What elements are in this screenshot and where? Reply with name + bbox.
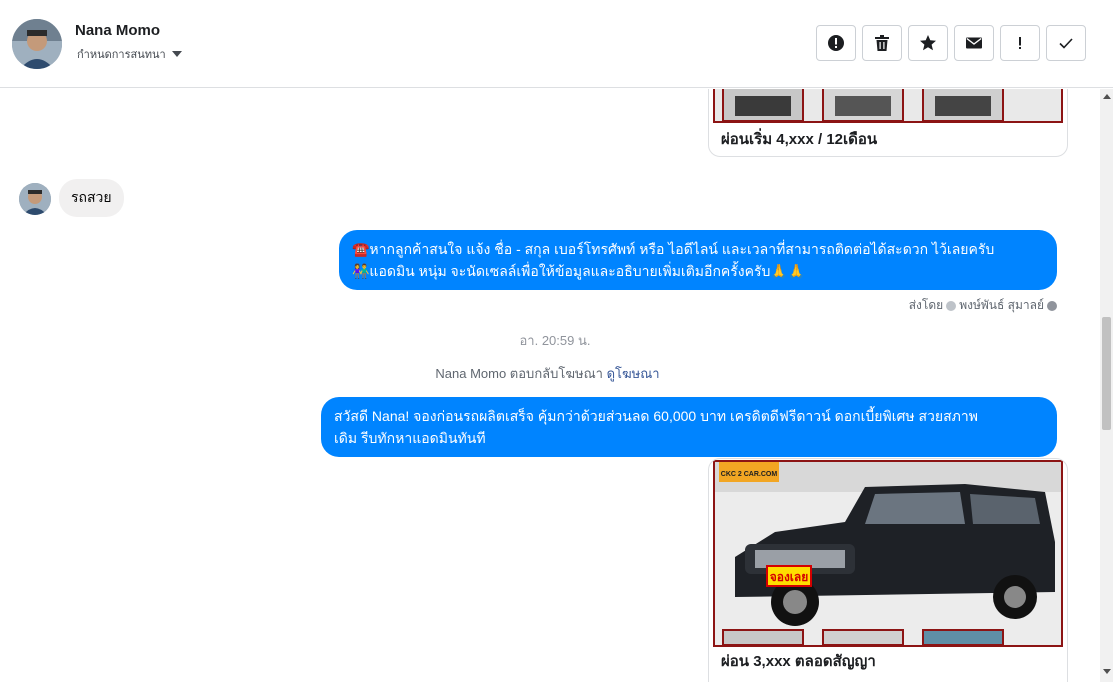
alert-circle-icon — [828, 35, 844, 51]
ad-image-top — [713, 89, 1063, 123]
message-line: สวัสดี Nana! จองก่อนรถผลิตเสร็จ คุ้มกว่า… — [334, 408, 978, 424]
contact-avatar[interactable] — [12, 19, 62, 69]
scrollbar-thumb[interactable] — [1102, 317, 1111, 430]
follow-up-button[interactable] — [1000, 25, 1040, 61]
ad-card-top[interactable]: ผ่อนเริ่ม 4,xxx / 12เดือน — [708, 89, 1068, 157]
conversation-settings-label: กำหนดการสนทนา — [77, 48, 166, 61]
contact-name: Nana Momo — [75, 22, 161, 39]
view-ad-link[interactable]: ดูโฆษณา — [607, 366, 660, 381]
ad-logo-text: CKC 2 CAR.COM — [721, 471, 778, 478]
message-timestamp: อา. 20:59 น. — [519, 333, 591, 348]
delete-button[interactable] — [862, 25, 902, 61]
message-line: เดิม รีบทักหาแอดมินทันที — [334, 430, 486, 446]
scroll-up-arrow-icon[interactable] — [1103, 94, 1111, 99]
star-button[interactable] — [908, 25, 948, 61]
scroll-down-arrow-icon[interactable] — [1103, 669, 1111, 674]
message-line: ☎️หากลูกค้าสนใจ แจ้ง ชื่อ - สกุล เบอร์โท… — [352, 241, 995, 257]
ad-badge-text: จองเลย — [770, 570, 809, 584]
ad-card-bottom[interactable]: CKC 2 CAR.COM จองเลย ผ่อน 3,xxx ตลอดสัญญ… — [708, 458, 1068, 682]
ad-image-bottom: CKC 2 CAR.COM จองเลย — [713, 460, 1063, 647]
sent-by-info: ส่งโดย พงษ์พันธ์ สุมาลย์ — [909, 296, 1057, 315]
incoming-message: รถสวย — [59, 179, 124, 217]
scrollbar[interactable] — [1100, 89, 1113, 682]
trash-icon — [875, 35, 889, 51]
message-thread: ผ่อนเริ่ม 4,xxx / 12เดือน รถสวย ☎️หากลูก… — [0, 89, 1100, 682]
star-icon — [920, 35, 936, 51]
conversation-header: Nana Momo กำหนดการสนทนา — [0, 0, 1113, 88]
done-button[interactable] — [1046, 25, 1086, 61]
message-line: 👫แอดมิน หนุ่ม จะนัดเซลล์เพื่อให้ข้อมูลแล… — [352, 263, 806, 279]
ad-reply-note: Nana Momo ตอบกลับโฆษณา ดูโฆษณา — [0, 363, 1095, 384]
ad-caption-bottom: ผ่อน 3,xxx ตลอดสัญญา — [721, 653, 876, 670]
check-icon — [1059, 38, 1073, 49]
conversation-settings-dropdown[interactable]: กำหนดการสนทนา — [77, 45, 182, 63]
ad-reply-text: Nana Momo ตอบกลับโฆษณา — [435, 366, 603, 381]
help-icon[interactable] — [1047, 300, 1057, 311]
exclamation-icon — [1019, 37, 1021, 49]
outgoing-message: ☎️หากลูกค้าสนใจ แจ้ง ชื่อ - สกุล เบอร์โท… — [339, 230, 1057, 290]
conversation-actions — [816, 25, 1086, 61]
caret-down-icon — [171, 51, 182, 57]
envelope-icon — [966, 37, 982, 49]
sent-by-label: ส่งโดย — [908, 298, 944, 312]
mark-unread-button[interactable] — [954, 25, 994, 61]
spam-button[interactable] — [816, 25, 856, 61]
sent-by-name[interactable]: พงษ์พันธ์ สุมาลย์ — [959, 296, 1044, 315]
sender-avatar[interactable] — [19, 183, 51, 215]
outgoing-message: สวัสดี Nana! จองก่อนรถผลิตเสร็จ คุ้มกว่า… — [321, 397, 1057, 457]
check-badge-icon — [946, 300, 957, 311]
ad-caption-top: ผ่อนเริ่ม 4,xxx / 12เดือน — [721, 131, 878, 148]
